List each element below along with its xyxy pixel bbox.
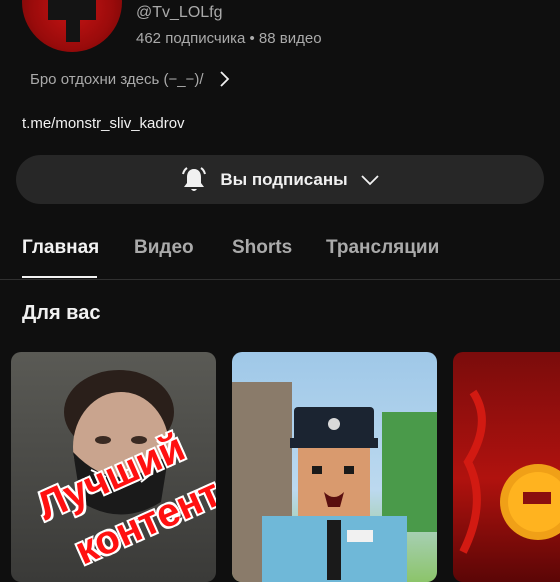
channel-link[interactable]: t.me/monstr_sliv_kadrov	[22, 115, 185, 132]
tab-live[interactable]: Трансляции	[326, 237, 439, 259]
section-title: Для вас	[22, 302, 101, 324]
chevron-right-icon	[219, 70, 231, 88]
video-thumbnail[interactable]: Лучший контент	[11, 352, 216, 582]
chevron-down-icon	[360, 174, 380, 186]
tab-home[interactable]: Главная	[22, 237, 99, 259]
subscribed-label: Вы подписаны	[220, 169, 348, 189]
tab-videos[interactable]: Видео	[134, 237, 194, 259]
divider	[0, 279, 560, 280]
video-thumbnail[interactable]	[232, 352, 437, 582]
subscribed-button[interactable]: Вы подписаны	[16, 155, 544, 204]
bell-icon	[180, 166, 208, 194]
avatar-shape	[66, 12, 80, 42]
channel-description[interactable]: Бро отдохни здесь (−_−)/	[30, 70, 231, 88]
channel-avatar[interactable]	[22, 0, 122, 52]
channel-handle: @Tv_LOLfg	[136, 4, 223, 21]
description-text: Бро отдохни здесь (−_−)/	[30, 70, 204, 88]
active-tab-indicator	[22, 276, 97, 278]
channel-stats: 462 подписчика • 88 видео	[136, 30, 322, 47]
video-thumbnail[interactable]	[453, 352, 560, 582]
tab-shorts[interactable]: Shorts	[232, 237, 292, 259]
channel-tabs: Главная Видео Shorts Трансляции	[0, 229, 560, 279]
